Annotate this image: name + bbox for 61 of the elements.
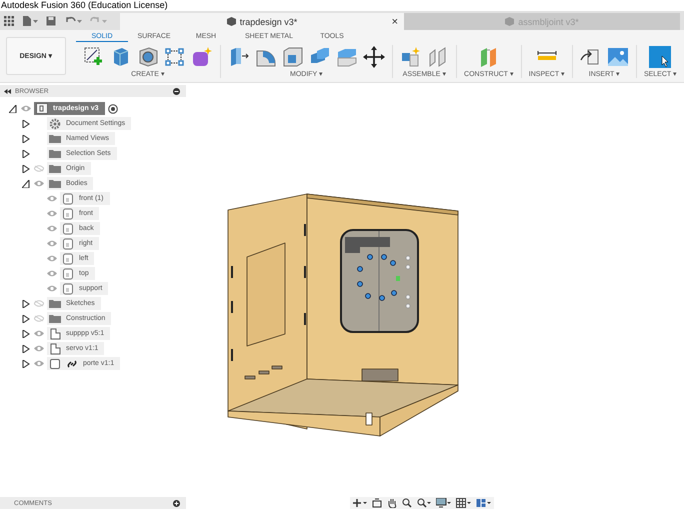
- grid-icon[interactable]: [456, 498, 471, 508]
- image-icon[interactable]: [606, 46, 629, 68]
- new-component-icon[interactable]: [400, 46, 422, 68]
- shell-icon[interactable]: [282, 46, 304, 68]
- component-icon: [49, 358, 61, 370]
- save-icon[interactable]: [46, 16, 56, 26]
- folder-icon: [49, 162, 61, 174]
- hole-icon[interactable]: [137, 46, 160, 68]
- expanded-arrow-icon[interactable]: [9, 104, 17, 112]
- body-icon: [62, 268, 74, 280]
- look-at-icon[interactable]: [372, 498, 382, 508]
- expanded-arrow-icon[interactable]: [22, 180, 30, 188]
- form-icon[interactable]: [191, 46, 214, 68]
- body-icon: [62, 208, 74, 220]
- pin-icon[interactable]: [173, 88, 180, 94]
- component-icon: [49, 342, 61, 354]
- display-settings-icon[interactable]: [436, 498, 451, 508]
- cube-icon: [226, 17, 236, 26]
- component-icon: [49, 328, 61, 340]
- collapsed-arrow-icon[interactable]: [22, 314, 30, 322]
- folder-icon: [49, 298, 61, 310]
- document-icon: [36, 102, 48, 114]
- body-icon: [62, 192, 74, 204]
- folder-icon: [49, 178, 61, 190]
- collapsed-arrow-icon[interactable]: [22, 360, 30, 368]
- cube-icon: [505, 17, 514, 26]
- body-icon: [62, 222, 74, 234]
- collapsed-arrow-icon[interactable]: [22, 120, 30, 128]
- collapsed-arrow-icon[interactable]: [22, 134, 30, 142]
- move-icon[interactable]: [363, 46, 386, 68]
- collapsed-arrow-icon[interactable]: [22, 344, 30, 352]
- collapsed-arrow-icon[interactable]: [22, 330, 30, 338]
- link-icon: [66, 358, 78, 370]
- pattern-icon[interactable]: [164, 46, 186, 68]
- folder-icon: [49, 312, 61, 324]
- window-title: Autodesk Fusion 360 (Education License): [1, 0, 168, 10]
- file-icon[interactable]: [22, 16, 38, 26]
- body-icon: [62, 252, 74, 264]
- active-radio-icon[interactable]: [108, 104, 118, 114]
- apps-grid-icon[interactable]: [4, 16, 14, 26]
- split-body-icon[interactable]: [336, 46, 358, 68]
- collapsed-arrow-icon[interactable]: [22, 164, 30, 172]
- orbit-icon[interactable]: [353, 498, 367, 508]
- press-pull-icon[interactable]: [228, 46, 250, 68]
- gear-icon: [49, 118, 61, 130]
- fit-icon[interactable]: [417, 498, 431, 508]
- add-comment-icon[interactable]: [173, 500, 180, 506]
- undo-icon[interactable]: [64, 16, 82, 26]
- collapsed-arrow-icon[interactable]: [22, 150, 30, 158]
- folder-icon: [49, 148, 61, 160]
- zoom-icon[interactable]: [402, 498, 412, 508]
- close-button[interactable]: ×: [392, 16, 398, 28]
- document-tab[interactable]: trapdesign v3* ×: [120, 13, 404, 30]
- select-icon[interactable]: [649, 46, 672, 68]
- body-icon: [62, 282, 74, 294]
- collapsed-arrow-icon[interactable]: [22, 300, 30, 308]
- folder-icon: [49, 132, 61, 144]
- collapse-icon[interactable]: [4, 88, 11, 94]
- viewports-icon[interactable]: [476, 498, 491, 508]
- pan-icon[interactable]: [387, 498, 397, 508]
- body-icon: [62, 238, 74, 250]
